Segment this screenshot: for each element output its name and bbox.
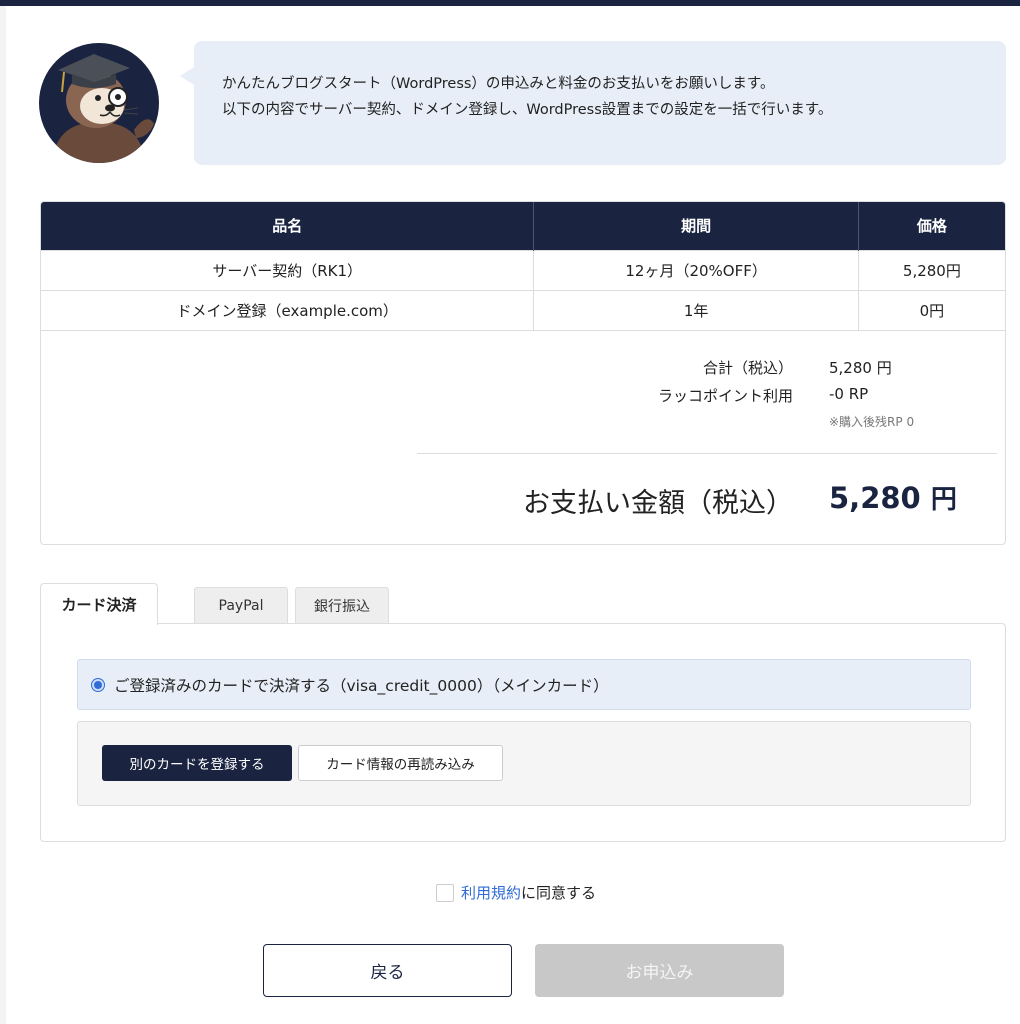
points-value: -0 RP (829, 385, 869, 403)
radio-selected-icon[interactable] (92, 678, 104, 691)
reload-card-info-button[interactable]: カード情報の再読み込み (298, 745, 503, 781)
registered-card-option[interactable]: ご登録済みのカードで決済する（visa_credit_0000）（メインカード） (77, 659, 971, 710)
left-edge (0, 6, 6, 1024)
card-actions-box: 別のカードを登録する カード情報の再読み込み (77, 721, 971, 806)
terms-agreement: 利用規約 に同意する (436, 882, 596, 903)
cell-item-name: サーバー契約（RK1） (41, 249, 535, 290)
price-summary: 合計（税込） 5,280 円 ラッコポイント利用 -0 RP ※購入後残RP 0… (41, 330, 1005, 544)
tab-bank-transfer[interactable]: 銀行振込 (295, 587, 389, 624)
payment-amount-unit: 円 (930, 485, 957, 515)
intro-line-2: 以下の内容でサーバー契約、ドメイン登録し、WordPress設置までの設定を一括… (222, 102, 833, 118)
order-table-header: 品名 期間 価格 (41, 202, 1005, 250)
cell-price: 5,280円 (858, 249, 1005, 290)
otter-mascot-icon (39, 43, 159, 163)
points-label: ラッコポイント利用 (657, 387, 793, 405)
header-item-name: 品名 (41, 202, 535, 250)
header-price: 価格 (858, 202, 1005, 250)
payment-amount-value: 5,280 円 (829, 479, 957, 516)
register-new-card-button[interactable]: 別のカードを登録する (102, 745, 292, 781)
terms-agree-text: に同意する (521, 884, 597, 902)
total-value: 5,280 円 (829, 359, 892, 377)
cell-period: 12ヶ月（20%OFF） (533, 249, 859, 290)
card-payment-panel: ご登録済みのカードで決済する（visa_credit_0000）（メインカード）… (40, 623, 1006, 842)
payment-amount-label: お支払い金額（税込） (523, 488, 793, 519)
cell-item-name: ドメイン登録（example.com） (41, 289, 535, 330)
total-label: 合計（税込） (702, 359, 793, 377)
intro-line-1: かんたんブログスタート（WordPress）の申込みと料金のお支払いをお願いしま… (222, 76, 775, 92)
table-row: ドメイン登録（example.com） 1年 0円 (41, 289, 1005, 330)
order-summary-box: 品名 期間 価格 サーバー契約（RK1） 12ヶ月（20%OFF） 5,280円… (40, 201, 1006, 545)
payment-amount-number: 5,280 (829, 481, 921, 515)
intro-speech-bubble: かんたんブログスタート（WordPress）の申込みと料金のお支払いをお願いしま… (180, 41, 1006, 165)
back-button[interactable]: 戻る (263, 944, 512, 997)
cell-period: 1年 (533, 289, 859, 330)
terms-link[interactable]: 利用規約 (461, 882, 521, 903)
header-period: 期間 (533, 202, 859, 250)
tab-paypal[interactable]: PayPal (194, 587, 288, 624)
top-bar (0, 0, 1020, 6)
points-note: ※購入後残RP 0 (829, 415, 915, 429)
order-table: 品名 期間 価格 サーバー契約（RK1） 12ヶ月（20%OFF） 5,280円… (41, 202, 1005, 330)
registered-card-label: ご登録済みのカードで決済する（visa_credit_0000）（メインカード） (114, 676, 609, 695)
terms-checkbox[interactable] (436, 883, 454, 902)
cell-price: 0円 (858, 289, 1005, 330)
summary-divider (417, 453, 997, 454)
table-row: サーバー契約（RK1） 12ヶ月（20%OFF） 5,280円 (41, 249, 1005, 290)
tab-card-payment[interactable]: カード決済 (40, 583, 158, 625)
apply-button[interactable]: お申込み (535, 944, 784, 997)
